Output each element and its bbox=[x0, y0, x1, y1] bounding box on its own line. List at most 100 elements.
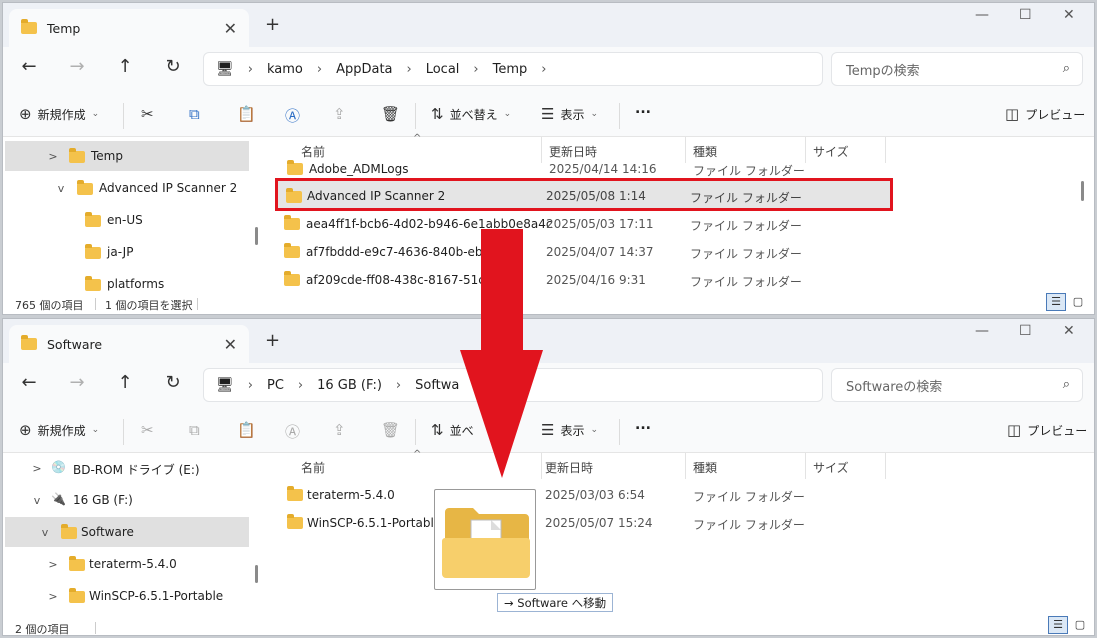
highlighted-row[interactable]: Advanced IP Scanner 2 2025/05/08 1:14 ファ… bbox=[275, 178, 893, 211]
column-divider[interactable] bbox=[541, 453, 542, 479]
rename-button[interactable]: Ⓐ bbox=[285, 421, 306, 442]
up-button[interactable]: ↑ bbox=[113, 372, 137, 393]
column-header-date[interactable]: 更新日時 bbox=[545, 459, 593, 476]
list-scrollbar[interactable] bbox=[1081, 181, 1084, 201]
folder-icon bbox=[85, 212, 101, 227]
column-divider[interactable] bbox=[885, 137, 886, 163]
tab-temp[interactable]: Temp ✕ bbox=[9, 9, 249, 47]
new-tab-button[interactable]: + bbox=[265, 330, 280, 351]
more-button[interactable]: ... bbox=[635, 417, 651, 433]
search-input[interactable]: Softwareの検索 ⌕ bbox=[831, 368, 1083, 402]
delete-button[interactable]: 🗑 bbox=[381, 421, 406, 439]
minimize-button[interactable]: — bbox=[975, 7, 989, 23]
refresh-button[interactable]: ↻ bbox=[161, 372, 185, 393]
more-button[interactable]: ... bbox=[635, 101, 651, 117]
tree-item-winscp[interactable]: > WinSCP-6.5.1-Portable bbox=[5, 581, 249, 611]
column-divider[interactable] bbox=[885, 453, 886, 479]
column-header-type[interactable]: 種類 bbox=[693, 459, 717, 476]
share-button[interactable]: ⇪ bbox=[333, 421, 352, 439]
preview-label: プレビュー bbox=[1025, 107, 1086, 122]
details-view-button[interactable]: ☰ bbox=[1048, 616, 1068, 634]
minimize-button[interactable]: — bbox=[975, 323, 989, 339]
divider bbox=[197, 298, 198, 310]
copy-icon: ⧉ bbox=[189, 105, 200, 123]
column-divider[interactable] bbox=[685, 453, 686, 479]
breadcrumb-segment[interactable]: PC bbox=[267, 378, 284, 393]
chevron-right-icon[interactable]: > bbox=[47, 590, 59, 603]
column-divider[interactable] bbox=[805, 453, 806, 479]
breadcrumb-segment[interactable]: Softwa bbox=[415, 378, 459, 393]
share-button[interactable]: ⇪ bbox=[333, 105, 352, 123]
preview-button[interactable]: ◫ プレビュー bbox=[1005, 105, 1085, 123]
preview-button[interactable]: ◫ プレビュー bbox=[1007, 421, 1087, 439]
view-button[interactable]: ☰ 表示 ⌄ bbox=[541, 105, 598, 123]
cut-button[interactable]: ✂ bbox=[141, 105, 160, 123]
chevron-right-icon[interactable]: › bbox=[541, 62, 546, 77]
chevron-down-icon[interactable]: v bbox=[55, 182, 67, 195]
tab-software[interactable]: Software ✕ bbox=[9, 325, 249, 363]
file-date: 2025/04/07 14:37 bbox=[546, 245, 654, 259]
tree-item-ja-jp[interactable]: ja-JP bbox=[5, 237, 249, 267]
tree-scrollbar[interactable] bbox=[255, 227, 258, 245]
breadcrumb-segment[interactable]: 16 GB (F:) bbox=[317, 378, 382, 393]
view-label: 表示 bbox=[560, 423, 585, 438]
copy-button[interactable]: ⧉ bbox=[189, 421, 206, 439]
breadcrumb-segment[interactable]: AppData bbox=[336, 62, 392, 77]
chevron-right-icon[interactable]: > bbox=[47, 150, 59, 163]
close-tab-icon[interactable]: ✕ bbox=[224, 335, 237, 354]
tiles-view-button[interactable]: ▢ bbox=[1070, 616, 1090, 634]
copy-button[interactable]: ⧉ bbox=[189, 105, 206, 123]
paste-button[interactable]: 📋 bbox=[237, 421, 262, 439]
maximize-button[interactable]: ☐ bbox=[1019, 323, 1032, 339]
back-button[interactable]: ← bbox=[17, 372, 41, 393]
tree-item-en-us[interactable]: en-US bbox=[5, 205, 249, 235]
new-tab-button[interactable]: + bbox=[265, 14, 280, 35]
tree-item-temp[interactable]: > Temp bbox=[5, 141, 249, 171]
chevron-down-icon[interactable]: v bbox=[39, 526, 51, 539]
forward-button[interactable]: → bbox=[65, 56, 89, 77]
chevron-right-icon[interactable]: > bbox=[31, 462, 43, 475]
search-input[interactable]: Tempの検索 ⌕ bbox=[831, 52, 1083, 86]
close-window-button[interactable]: ✕ bbox=[1063, 323, 1075, 339]
table-row[interactable]: af7fbddd-e9c7-4636-840b-ebd45 2025/04/07… bbox=[282, 238, 882, 266]
breadcrumb-segment[interactable]: Local bbox=[426, 62, 460, 77]
tree-item-software[interactable]: v Software bbox=[5, 517, 249, 547]
maximize-button[interactable]: ☐ bbox=[1019, 7, 1032, 23]
table-row[interactable]: WinSCP-6.5.1-Portable 2025/05/07 15:24 フ… bbox=[285, 509, 885, 537]
tree-item-advanced-ip-scanner[interactable]: v Advanced IP Scanner 2 bbox=[5, 173, 249, 203]
refresh-button[interactable]: ↻ bbox=[161, 56, 185, 77]
tree-item-teraterm[interactable]: > teraterm-5.4.0 bbox=[5, 549, 249, 579]
tree-item-bd-rom[interactable]: > 💿 BD-ROM ドライブ (E:) bbox=[5, 453, 249, 483]
forward-button[interactable]: → bbox=[65, 372, 89, 393]
chevron-down-icon[interactable]: v bbox=[31, 494, 43, 507]
table-row[interactable]: teraterm-5.4.0 2025/03/03 6:54 ファイル フォルダ… bbox=[285, 481, 885, 509]
details-view-button[interactable]: ☰ bbox=[1046, 293, 1066, 311]
column-header-size[interactable]: サイズ bbox=[813, 459, 849, 476]
rename-button[interactable]: Ⓐ bbox=[285, 105, 306, 126]
chevron-right-icon: › bbox=[247, 61, 253, 77]
tree-scrollbar[interactable] bbox=[255, 565, 258, 583]
sort-button[interactable]: ⇅ 並べ替え ⌄ bbox=[431, 105, 511, 123]
address-bar[interactable]: 🖥 › PC › 16 GB (F:) › Softwa bbox=[203, 368, 823, 402]
breadcrumb-segment[interactable]: kamo bbox=[267, 62, 303, 77]
cut-button[interactable]: ✂ bbox=[141, 421, 160, 439]
chevron-right-icon[interactable]: > bbox=[47, 558, 59, 571]
column-header-name[interactable]: 名前 bbox=[301, 459, 325, 476]
close-window-button[interactable]: ✕ bbox=[1063, 7, 1075, 23]
close-tab-icon[interactable]: ✕ bbox=[224, 19, 237, 38]
table-row[interactable]: aea4ff1f-bcb6-4d02-b946-6e1abb0e8a4c 202… bbox=[282, 210, 882, 238]
tiles-view-button[interactable]: ▢ bbox=[1068, 293, 1088, 311]
new-button[interactable]: ⊕ 新規作成 ⌄ bbox=[19, 105, 99, 123]
back-button[interactable]: ← bbox=[17, 56, 41, 77]
breadcrumb-segment[interactable]: Temp bbox=[493, 62, 528, 77]
file-date: 2025/03/03 6:54 bbox=[545, 488, 645, 502]
address-bar[interactable]: 🖥 › kamo › AppData › Local › Temp › bbox=[203, 52, 823, 86]
tree-item-16gb[interactable]: v 🔌 16 GB (F:) bbox=[5, 485, 249, 515]
new-button[interactable]: ⊕ 新規作成 ⌄ bbox=[19, 421, 99, 439]
sort-button[interactable]: ⇅ 並べ bbox=[431, 421, 474, 439]
paste-button[interactable]: 📋 bbox=[237, 105, 262, 123]
up-button[interactable]: ↑ bbox=[113, 56, 137, 77]
delete-button[interactable]: 🗑 bbox=[381, 105, 406, 123]
table-row[interactable]: af209cde-ff08-438c-8167-51c331 2025/04/1… bbox=[282, 266, 882, 294]
view-button[interactable]: ☰ 表示 ⌄ bbox=[541, 421, 598, 439]
